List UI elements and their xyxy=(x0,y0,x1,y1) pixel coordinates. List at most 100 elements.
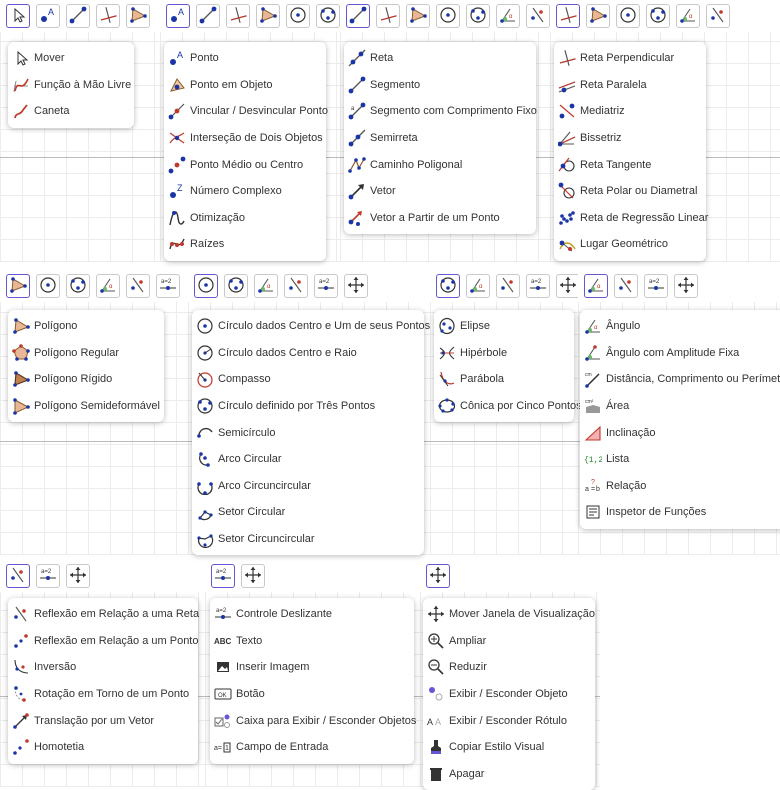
toolbar-button-circle-three-points[interactable] xyxy=(436,274,460,298)
menu-item-roots[interactable]: Raízes xyxy=(164,231,326,258)
menu-item-pen[interactable]: Caneta xyxy=(8,98,134,125)
toolbar-button-polygon[interactable] xyxy=(6,274,30,298)
toolbar-button-angle[interactable]: α xyxy=(254,274,278,298)
toolbar-button-move-view[interactable] xyxy=(241,564,265,588)
toolbar-button-segment[interactable] xyxy=(196,4,220,28)
toolbar-button-polygon[interactable] xyxy=(406,4,430,28)
toolbar-button-circle-three-points[interactable] xyxy=(646,4,670,28)
menu-item-regression[interactable]: Reta de Regressão Linear xyxy=(554,205,708,232)
menu-item-optimization[interactable]: Otimização xyxy=(164,205,326,232)
menu-item-vector-from-point[interactable]: Vetor a Partir de um Ponto xyxy=(344,205,536,232)
menu-item-complex-number[interactable]: Z Número Complexo xyxy=(164,178,326,205)
toolbar-button-polygon[interactable] xyxy=(126,4,150,28)
menu-item-regular-polygon[interactable]: Polígono Regular xyxy=(8,340,164,367)
toolbar-button-reflect[interactable] xyxy=(526,4,550,28)
toolbar-button-move-view[interactable] xyxy=(344,274,368,298)
menu-item-translate[interactable]: Translação por um Vetor xyxy=(8,707,198,734)
menu-item-perpendicular[interactable]: Reta Perpendicular xyxy=(554,45,706,72)
menu-item-parallel[interactable]: Reta Paralela xyxy=(554,72,706,99)
menu-item-ray[interactable]: Semirreta xyxy=(344,125,536,152)
toolbar-button-angle[interactable]: α xyxy=(584,274,608,298)
toolbar-button-circle-center[interactable] xyxy=(194,274,218,298)
menu-item-rotate[interactable]: Rotação em Torno de um Ponto xyxy=(8,681,198,708)
menu-item-checkbox[interactable]: Caixa para Exibir / Esconder Objetos xyxy=(210,707,416,734)
menu-item-compass[interactable]: Compasso xyxy=(192,366,424,393)
toolbar-button-move-view[interactable] xyxy=(556,274,578,298)
menu-item-slider[interactable]: a=2 Controle Deslizante xyxy=(210,601,414,628)
menu-item-locus[interactable]: Lugar Geométrico xyxy=(554,231,706,258)
toolbar-button-angle[interactable]: α xyxy=(466,274,490,298)
toolbar-button-perpendicular[interactable] xyxy=(376,4,400,28)
menu-item-reflect[interactable]: Reflexão em Relação a uma Reta xyxy=(8,601,199,628)
toolbar-button-slider[interactable]: a=2 xyxy=(156,274,180,298)
toolbar-button-slider[interactable]: a=2 xyxy=(526,274,550,298)
toolbar-button-perpendicular[interactable] xyxy=(556,4,580,28)
menu-item-parabola[interactable]: Parábola xyxy=(434,366,574,393)
toolbar-button-perpendicular[interactable] xyxy=(96,4,120,28)
menu-item-inversion[interactable]: Inversão xyxy=(8,654,198,681)
toolbar-button-reflect[interactable] xyxy=(496,274,520,298)
toolbar-button-move-view[interactable] xyxy=(674,274,698,298)
toolbar-button-reflect[interactable] xyxy=(126,274,150,298)
menu-item-show-hide-label[interactable]: A A Exibir / Esconder Rótulo xyxy=(423,707,595,734)
menu-item-tangent[interactable]: Reta Tangente xyxy=(554,151,706,178)
menu-item-circle-three-points[interactable]: Círculo definido por Três Pontos xyxy=(192,393,424,420)
toolbar-button-reflect[interactable] xyxy=(706,4,730,28)
menu-item-text[interactable]: ABC Texto xyxy=(210,628,414,655)
menu-item-show-hide-object[interactable]: Exibir / Esconder Objeto xyxy=(423,681,595,708)
menu-item-circle-radius[interactable]: Círculo dados Centro e Raio xyxy=(192,340,424,367)
menu-item-hyperbola[interactable]: Hipérbole xyxy=(434,340,574,367)
menu-item-distance[interactable]: cm Distância, Comprimento ou Perímetro xyxy=(580,366,780,393)
toolbar-button-angle[interactable]: α xyxy=(496,4,520,28)
menu-item-vector-polygon[interactable]: Polígono Semideformável xyxy=(8,393,164,420)
toolbar-button-segment[interactable] xyxy=(346,4,370,28)
menu-item-attach-point[interactable]: Vincular / Desvincular Ponto xyxy=(164,98,328,125)
menu-item-button[interactable]: OK Botão xyxy=(210,681,414,708)
toolbar-button-polygon[interactable] xyxy=(586,4,610,28)
menu-item-bisector[interactable]: Mediatriz xyxy=(554,98,706,125)
menu-item-circumsector[interactable]: Setor Circuncircular xyxy=(192,526,424,553)
menu-item-polyline[interactable]: Caminho Poligonal xyxy=(344,151,536,178)
toolbar-button-move-view[interactable] xyxy=(66,564,90,588)
menu-item-point[interactable]: A Ponto xyxy=(164,45,326,72)
menu-item-zoom-out[interactable]: Reduzir xyxy=(423,654,595,681)
menu-item-circle-center[interactable]: Círculo dados Centro e Um de seus Pontos xyxy=(192,313,430,340)
toolbar-button-circle-center[interactable] xyxy=(286,4,310,28)
menu-item-function-inspector[interactable]: Inspetor de Funções xyxy=(580,499,780,526)
menu-item-image[interactable]: Inserir Imagem xyxy=(210,654,414,681)
menu-item-slope[interactable]: Inclinação xyxy=(580,419,780,446)
toolbar-button-reflect[interactable] xyxy=(284,274,308,298)
menu-item-segment[interactable]: Segmento xyxy=(344,72,536,99)
menu-item-vector[interactable]: Vetor xyxy=(344,178,536,205)
toolbar-button-angle[interactable]: α xyxy=(96,274,120,298)
toolbar-button-point[interactable]: A xyxy=(36,4,60,28)
menu-item-midpoint[interactable]: Ponto Médio ou Centro xyxy=(164,151,326,178)
menu-item-semicircle[interactable]: Semicírculo xyxy=(192,419,424,446)
menu-item-list[interactable]: {1,2} Lista xyxy=(580,446,780,473)
toolbar-button-slider[interactable]: a=2 xyxy=(314,274,338,298)
menu-item-circumarc[interactable]: Arco Circuncircular xyxy=(192,473,424,500)
toolbar-button-slider[interactable]: a=2 xyxy=(644,274,668,298)
toolbar-button-circle-three-points[interactable] xyxy=(316,4,340,28)
toolbar-button-point[interactable]: A xyxy=(166,4,190,28)
toolbar-button-circle-center[interactable] xyxy=(436,4,460,28)
menu-item-point-on-object[interactable]: Ponto em Objeto xyxy=(164,72,326,99)
menu-item-arc[interactable]: Arco Circular xyxy=(192,446,424,473)
toolbar-button-circle-three-points[interactable] xyxy=(466,4,490,28)
menu-item-area[interactable]: cm² Área xyxy=(580,393,780,420)
toolbar-button-polygon[interactable] xyxy=(256,4,280,28)
toolbar-button-reflect[interactable] xyxy=(6,564,30,588)
toolbar-button-angle[interactable]: α xyxy=(676,4,700,28)
toolbar-button-move-arrow[interactable] xyxy=(6,4,30,28)
toolbar-button-circle-three-points[interactable] xyxy=(224,274,248,298)
menu-item-dilate[interactable]: Homotetia xyxy=(8,734,198,761)
menu-item-angle-bisector[interactable]: Bissetriz xyxy=(554,125,706,152)
menu-item-conic-five-points[interactable]: Cônica por Cinco Pontos xyxy=(434,393,582,420)
menu-item-ellipse[interactable]: Elipse xyxy=(434,313,574,340)
menu-item-intersect[interactable]: Interseção de Dois Objetos xyxy=(164,125,326,152)
menu-item-reflect-point[interactable]: Reflexão em Relação a um Ponto xyxy=(8,628,198,655)
toolbar-button-slider[interactable]: a=2 xyxy=(211,564,235,588)
menu-item-line[interactable]: Reta xyxy=(344,45,536,72)
menu-item-move-arrow[interactable]: Mover xyxy=(8,45,134,72)
toolbar-button-circle-center[interactable] xyxy=(36,274,60,298)
